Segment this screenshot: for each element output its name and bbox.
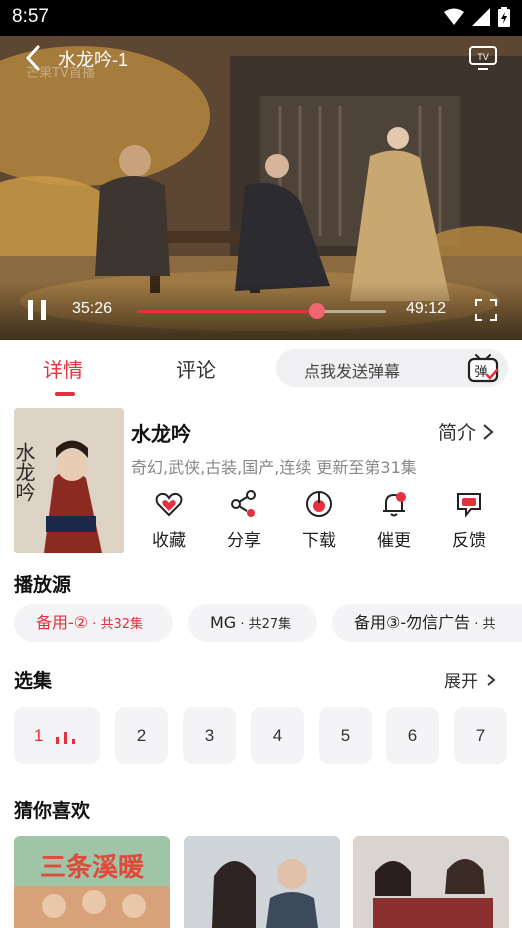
recommend-poster-title: 三条溪暖 — [40, 853, 145, 883]
episode-3[interactable]: 3 — [183, 707, 236, 764]
chevron-right-icon — [487, 673, 496, 686]
source-chip-mg[interactable]: MG · 共27集 — [188, 604, 317, 642]
intro-label: 简介 — [438, 422, 477, 444]
favorite-label: 收藏 — [152, 531, 186, 551]
danmu-placeholder: 点我发送弹幕 — [304, 362, 401, 381]
battery-icon — [498, 7, 510, 27]
source-count: · 共32集 — [88, 617, 144, 632]
recommend-poster — [353, 836, 509, 928]
detail-content: 详情 评论 点我发送弹幕 弹 水龙吟 水龙吟 简介 奇幻,武侠,古装,国产,连续… — [0, 340, 522, 928]
recommend-item[interactable] — [353, 836, 509, 928]
episode-number: 4 — [272, 726, 283, 745]
episode-1[interactable]: 1 — [14, 707, 100, 764]
video-player[interactable]: 水龙吟-1 芒果TV首播 TV 35:26 49:12 — [0, 36, 522, 340]
source-chip-backup3[interactable]: 备用③-勿信广告 · 共 — [332, 604, 522, 642]
favorite-button[interactable]: 收藏 — [139, 490, 199, 551]
share-label: 分享 — [227, 531, 261, 551]
source-count: · 共27集 — [236, 617, 292, 632]
recommend-item[interactable]: 三条溪暖 — [14, 836, 170, 928]
tab-detail[interactable]: 详情 — [43, 354, 83, 383]
episode-list: 1 2 3 4 5 6 7 — [14, 707, 522, 765]
total-time: 49:12 — [406, 300, 447, 317]
heart-icon — [155, 492, 183, 517]
action-row: 收藏 分享 下载 催更 反馈 — [131, 490, 511, 554]
progress-knob[interactable] — [308, 303, 325, 319]
feedback-button[interactable]: 反馈 — [439, 490, 499, 551]
urge-update-button[interactable]: 催更 — [364, 490, 424, 551]
expand-label: 展开 — [444, 672, 478, 692]
danmu-icon-label: 弹 — [474, 365, 487, 380]
download-button[interactable]: 下载 — [289, 490, 349, 551]
source-count: · 共 — [470, 617, 496, 632]
recommend-poster — [184, 836, 340, 928]
progress-bar[interactable] — [138, 303, 386, 319]
episode-4[interactable]: 4 — [251, 707, 304, 764]
download-icon — [306, 491, 332, 517]
status-icons — [444, 7, 510, 27]
episode-number: 5 — [340, 726, 351, 745]
current-time: 35:26 — [72, 300, 113, 317]
player-controls: 35:26 49:12 — [0, 282, 522, 340]
danmu-toggle-icon[interactable]: 弹 — [466, 351, 500, 385]
signal-icon — [472, 8, 490, 26]
source-chip-backup2[interactable]: 备用-② · 共32集 — [14, 604, 173, 642]
chevron-right-icon — [483, 423, 494, 440]
source-name: 备用-② — [36, 613, 89, 632]
tab-active-indicator — [55, 392, 75, 396]
wifi-icon — [444, 8, 464, 25]
episodes-title: 选集 — [14, 670, 53, 692]
progress-fill — [138, 310, 317, 313]
episode-2[interactable]: 2 — [115, 707, 168, 764]
fullscreen-icon[interactable] — [474, 298, 498, 322]
episode-7[interactable]: 7 — [454, 707, 507, 764]
intro-button[interactable]: 简介 — [438, 418, 494, 445]
source-name: 备用③-勿信广告 — [354, 613, 471, 632]
urge-update-label: 催更 — [377, 531, 411, 551]
show-poster[interactable]: 水龙吟 — [14, 408, 124, 553]
source-name: MG — [210, 613, 237, 632]
status-time: 8:57 — [12, 6, 49, 27]
show-meta: 奇幻,武侠,古装,国产,连续 更新至第31集 — [131, 458, 417, 477]
playing-indicator-icon — [56, 731, 76, 744]
feedback-icon — [457, 493, 481, 518]
episode-5[interactable]: 5 — [319, 707, 372, 764]
episode-number: 7 — [475, 726, 486, 745]
poster-title-art: 水龙吟 — [14, 442, 36, 502]
danmu-input[interactable]: 点我发送弹幕 弹 — [276, 349, 508, 387]
download-label: 下载 — [302, 531, 336, 551]
bell-icon — [383, 492, 406, 517]
watermark: 芒果TV首播 — [26, 66, 95, 81]
recommend-title: 猜你喜欢 — [14, 800, 91, 822]
episode-6[interactable]: 6 — [386, 707, 439, 764]
episode-number: 2 — [136, 726, 147, 745]
episode-number: 3 — [204, 726, 215, 745]
episode-number: 6 — [407, 726, 418, 745]
pause-icon[interactable] — [26, 298, 48, 322]
poster-art: 水龙吟 — [14, 408, 124, 553]
tab-comment[interactable]: 评论 — [176, 354, 216, 383]
share-icon — [231, 490, 256, 517]
sources-title: 播放源 — [14, 574, 72, 596]
cast-tv-icon[interactable]: TV — [468, 44, 498, 72]
status-bar: 8:57 — [0, 0, 522, 36]
feedback-label: 反馈 — [452, 531, 486, 551]
recommend-poster: 三条溪暖 — [14, 836, 170, 928]
recommend-item[interactable] — [184, 836, 340, 928]
episode-number: 1 — [33, 726, 44, 745]
recommend-list: 三条溪暖 — [14, 836, 522, 928]
show-title: 水龙吟 — [131, 422, 191, 446]
share-button[interactable]: 分享 — [214, 490, 274, 551]
source-list: 备用-② · 共32集 MG · 共27集 备用③-勿信广告 · 共 — [14, 604, 522, 644]
svg-text:TV: TV — [477, 52, 489, 62]
expand-button[interactable]: 展开 — [444, 667, 496, 692]
tab-bar: 详情 评论 点我发送弹幕 弹 — [0, 340, 522, 400]
